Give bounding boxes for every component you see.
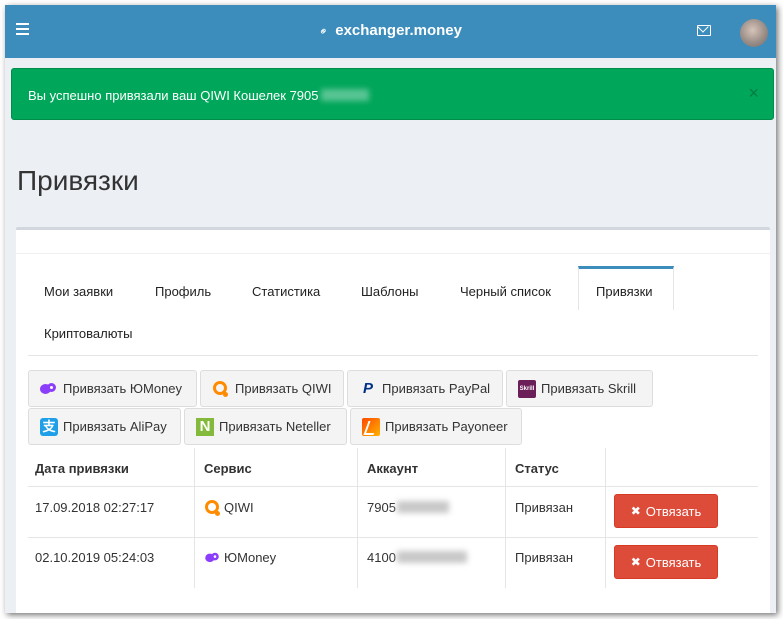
redacted-number xyxy=(320,89,369,101)
divider xyxy=(16,253,770,254)
neteller-icon: N xyxy=(196,417,214,436)
times-icon: ✖ xyxy=(630,555,641,569)
row-1-status: Привязан xyxy=(515,499,574,515)
unlink-button[interactable]: ✖ Отвязать xyxy=(614,494,718,528)
avatar[interactable] xyxy=(740,19,768,47)
column-divider xyxy=(505,448,506,588)
success-alert: Вы успешно привязали ваш QIWI Кошелек 79… xyxy=(11,68,774,120)
header-service: Сервис xyxy=(204,461,252,476)
times-icon: ✖ xyxy=(630,504,641,518)
bind-skrill-button[interactable]: Skrill Привязать Skrill xyxy=(506,370,653,407)
top-navbar: ⚭ exchanger.money xyxy=(5,5,776,58)
content-box: Мои заявки Профиль Статистика Шаблоны Че… xyxy=(16,227,770,613)
redacted-number xyxy=(396,501,449,513)
header-status: Статус xyxy=(515,461,559,476)
tab-crypto[interactable]: Криптовалюты xyxy=(44,326,132,341)
row-divider xyxy=(28,486,758,487)
yoomoney-icon xyxy=(205,550,219,564)
row-1-service: QIWI xyxy=(204,498,254,516)
alert-message: Вы успешно привязали ваш QIWI Кошелек 79… xyxy=(28,88,369,103)
close-icon[interactable]: × xyxy=(748,83,759,104)
row-divider xyxy=(28,537,758,538)
row-1-date: 17.09.2018 02:27:17 xyxy=(35,499,155,515)
brand-name: exchanger.money xyxy=(335,22,462,39)
redacted-number xyxy=(396,551,467,563)
bind-payoneer-button[interactable]: Привязать Payoneer xyxy=(350,408,522,445)
paypal-icon: P xyxy=(362,379,373,397)
tab-bar: Мои заявки Профиль Статистика Шаблоны Че… xyxy=(28,266,758,356)
row-2-service: ЮMoney xyxy=(204,548,276,566)
skrill-icon: Skrill xyxy=(518,379,536,398)
row-2-status: Привязан xyxy=(515,549,574,565)
mail-icon[interactable] xyxy=(697,25,711,36)
bind-paypal-button[interactable]: P Привязать PayPal xyxy=(347,370,503,407)
bind-neteller-button[interactable]: N Привязать Neteller xyxy=(184,408,347,445)
header-date: Дата привязки xyxy=(35,461,129,476)
bind-qiwi-button[interactable]: Привязать QIWI xyxy=(200,370,344,407)
bind-yoomoney-button[interactable]: Привязать ЮMoney xyxy=(28,370,197,407)
tab-profile[interactable]: Профиль xyxy=(155,284,211,299)
link-icon: ⚭ xyxy=(316,24,332,40)
tab-templates[interactable]: Шаблоны xyxy=(361,284,419,299)
qiwi-icon xyxy=(204,499,220,516)
tab-bindings[interactable]: Привязки xyxy=(578,266,674,310)
tab-my-orders[interactable]: Мои заявки xyxy=(44,284,113,299)
unlink-button[interactable]: ✖ Отвязать xyxy=(614,545,718,579)
yoomoney-icon xyxy=(40,380,58,398)
alipay-icon: 支 xyxy=(40,417,58,436)
app-window: ⚭ exchanger.money Вы успешно привязали ва… xyxy=(5,5,776,613)
header-account: Аккаунт xyxy=(367,461,419,476)
tab-blacklist[interactable]: Черный список xyxy=(460,284,551,299)
row-2-date: 02.10.2019 05:24:03 xyxy=(35,549,155,565)
column-divider xyxy=(357,448,358,588)
qiwi-icon xyxy=(212,380,230,398)
column-divider xyxy=(194,448,195,588)
tab-statistics[interactable]: Статистика xyxy=(252,284,320,299)
brand-logo[interactable]: ⚭ exchanger.money xyxy=(5,22,776,39)
payoneer-icon xyxy=(362,417,380,436)
row-2-account: 4100 xyxy=(367,548,467,566)
row-1-account: 7905 xyxy=(367,498,449,516)
bind-alipay-button[interactable]: 支 Привязать AliPay xyxy=(28,408,181,445)
page-title: Привязки xyxy=(17,165,139,196)
column-divider xyxy=(605,448,606,588)
